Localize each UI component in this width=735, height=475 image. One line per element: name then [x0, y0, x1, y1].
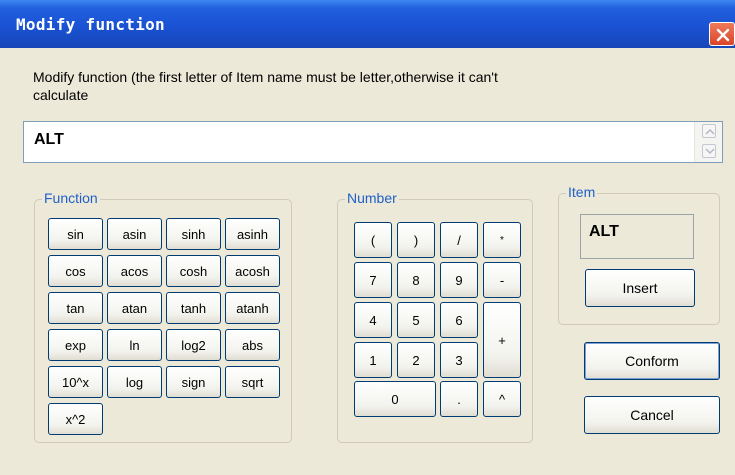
number-group-label: Number	[345, 190, 399, 206]
num-button-7[interactable]: 7	[354, 262, 392, 298]
func-button-ln[interactable]: ln	[107, 329, 162, 361]
num-button-minus[interactable]: -	[483, 262, 521, 298]
func-button-tanh[interactable]: tanh	[166, 292, 221, 324]
func-button-x-squared[interactable]: x^2	[48, 403, 103, 435]
title-bar[interactable]: Modify function	[0, 0, 735, 48]
func-button-sign[interactable]: sign	[166, 366, 221, 398]
num-button-9[interactable]: 9	[440, 262, 478, 298]
func-button-exp[interactable]: exp	[48, 329, 103, 361]
num-button-close-paren[interactable]: )	[397, 222, 435, 258]
func-button-atan[interactable]: atan	[107, 292, 162, 324]
expression-value: ALT	[34, 131, 64, 148]
func-button-sinh[interactable]: sinh	[166, 218, 221, 250]
func-button-atanh[interactable]: atanh	[225, 292, 280, 324]
func-button-acosh[interactable]: acosh	[225, 255, 280, 287]
func-button-sqrt[interactable]: sqrt	[225, 366, 280, 398]
func-button-asinh[interactable]: asinh	[225, 218, 280, 250]
close-icon	[716, 28, 730, 42]
func-button-cos[interactable]: cos	[48, 255, 103, 287]
func-button-log2[interactable]: log2	[166, 329, 221, 361]
num-button-2[interactable]: 2	[397, 342, 435, 378]
function-group-label: Function	[42, 190, 100, 206]
chevron-down-icon	[705, 148, 715, 155]
num-button-6[interactable]: 6	[440, 302, 478, 338]
num-button-5[interactable]: 5	[397, 302, 435, 338]
close-button[interactable]	[709, 22, 735, 46]
chevron-up-icon	[705, 128, 715, 135]
num-button-8[interactable]: 8	[397, 262, 435, 298]
expression-field[interactable]: ALT	[23, 121, 723, 163]
insert-button[interactable]: Insert	[585, 269, 695, 307]
func-button-sin[interactable]: sin	[48, 218, 103, 250]
window-title: Modify function	[16, 15, 165, 34]
instruction-text: Modify function (the first letter of Ite…	[33, 69, 498, 100]
expression-scrollbar[interactable]	[694, 122, 722, 162]
num-button-open-paren[interactable]: (	[354, 222, 392, 258]
item-display: ALT	[580, 214, 694, 259]
num-button-divide[interactable]: /	[440, 222, 478, 258]
func-button-tan[interactable]: tan	[48, 292, 103, 324]
num-button-plus[interactable]: +	[483, 302, 521, 378]
cancel-button[interactable]: Cancel	[584, 396, 720, 434]
conform-button[interactable]: Conform	[584, 342, 720, 380]
num-button-3[interactable]: 3	[440, 342, 478, 378]
func-button-abs[interactable]: abs	[225, 329, 280, 361]
num-button-0[interactable]: 0	[354, 381, 436, 417]
num-button-power[interactable]: ^	[483, 381, 521, 417]
num-button-decimal[interactable]: .	[440, 381, 478, 417]
func-button-cosh[interactable]: cosh	[166, 255, 221, 287]
scroll-up-button[interactable]	[702, 124, 716, 138]
item-group-label: Item	[566, 184, 598, 200]
func-button-asin[interactable]: asin	[107, 218, 162, 250]
modify-function-dialog: Modify function Modify function (the fir…	[0, 0, 735, 475]
num-button-4[interactable]: 4	[354, 302, 392, 338]
scroll-down-button[interactable]	[702, 144, 716, 158]
num-button-1[interactable]: 1	[354, 342, 392, 378]
func-button-log[interactable]: log	[107, 366, 162, 398]
func-button-10-pow-x[interactable]: 10^x	[48, 366, 103, 398]
func-button-acos[interactable]: acos	[107, 255, 162, 287]
item-value: ALT	[589, 223, 619, 240]
num-button-multiply[interactable]: *	[483, 222, 521, 258]
